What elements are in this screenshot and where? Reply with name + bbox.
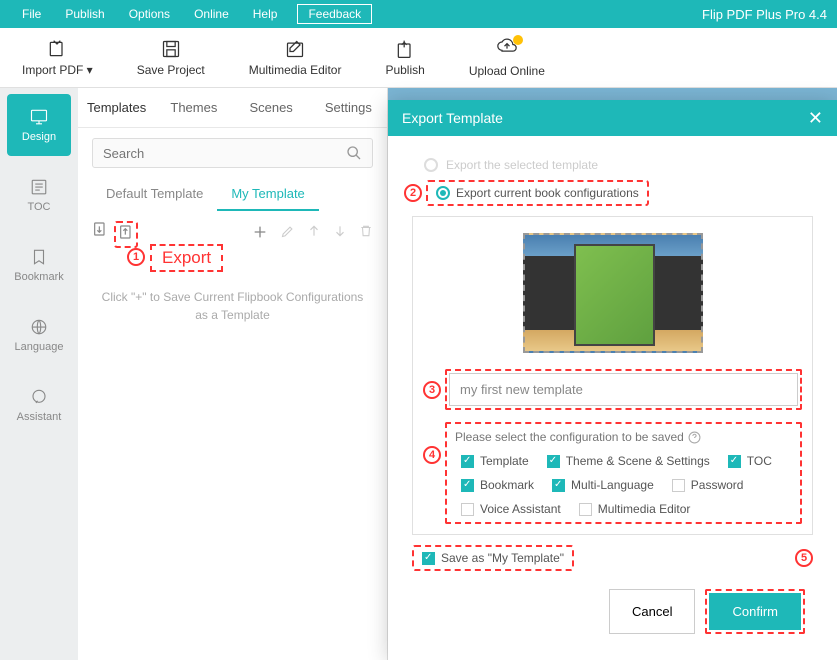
- check-theme[interactable]: [547, 455, 560, 468]
- search-input[interactable]: [103, 146, 346, 161]
- menu-options[interactable]: Options: [117, 7, 182, 21]
- menu-feedback[interactable]: Feedback: [297, 4, 372, 24]
- radio-export-current[interactable]: [436, 186, 450, 200]
- upload-online-button[interactable]: Upload Online: [447, 37, 567, 78]
- callout-1-label: Export: [150, 244, 223, 272]
- search-input-wrap[interactable]: [92, 138, 373, 168]
- bookmark-icon: [29, 248, 49, 266]
- check-bookmark[interactable]: [461, 479, 474, 492]
- subtab-my-template[interactable]: My Template: [217, 178, 318, 211]
- check-voice[interactable]: [461, 503, 474, 516]
- design-tab[interactable]: Design: [7, 94, 71, 156]
- edit-icon: [284, 39, 306, 59]
- menu-publish[interactable]: Publish: [53, 7, 116, 21]
- arrow-down-icon[interactable]: [333, 224, 347, 245]
- add-icon[interactable]: [252, 224, 268, 245]
- close-icon[interactable]: ✕: [808, 108, 823, 129]
- cancel-button[interactable]: Cancel: [609, 589, 695, 634]
- bookmark-tab[interactable]: Bookmark: [7, 234, 71, 296]
- panel-tab-settings[interactable]: Settings: [310, 90, 387, 125]
- panel-tab-themes[interactable]: Themes: [155, 90, 232, 125]
- save-project-button[interactable]: Save Project: [115, 39, 227, 77]
- multimedia-editor-button[interactable]: Multimedia Editor: [227, 39, 364, 77]
- check-template[interactable]: [461, 455, 474, 468]
- config-label: Please select the configuration to be sa…: [455, 430, 792, 444]
- menu-help[interactable]: Help: [241, 7, 290, 21]
- callout-1: 1: [127, 248, 145, 266]
- modal-title: Export Template: [402, 110, 503, 126]
- check-mmeditor[interactable]: [579, 503, 592, 516]
- notification-badge: [513, 35, 523, 45]
- pencil-icon[interactable]: [280, 224, 295, 245]
- radio-export-selected: [424, 158, 438, 172]
- callout-2: 2: [404, 184, 422, 202]
- language-tab[interactable]: Language: [7, 304, 71, 366]
- callout-5: 5: [795, 549, 813, 567]
- globe-icon: [29, 318, 49, 336]
- export-template-modal: Export Template ✕ Export the selected te…: [388, 100, 837, 660]
- toc-tab[interactable]: TOC: [7, 164, 71, 226]
- help-icon[interactable]: [688, 431, 701, 444]
- empty-hint: Click "+" to Save Current Flipbook Confi…: [78, 258, 387, 354]
- import-icon: [46, 39, 68, 59]
- callout-4: 4: [423, 446, 441, 464]
- chat-icon: [29, 388, 49, 406]
- app-title: Flip PDF Plus Pro 4.4: [702, 7, 827, 22]
- confirm-button[interactable]: Confirm: [709, 593, 801, 630]
- search-icon: [346, 145, 362, 161]
- assistant-tab[interactable]: Assistant: [7, 374, 71, 436]
- menu-file[interactable]: File: [10, 7, 53, 21]
- template-name-input[interactable]: [449, 373, 798, 406]
- export-template-icon[interactable]: [114, 221, 138, 248]
- publish-icon: [394, 39, 416, 59]
- panel-tab-scenes[interactable]: Scenes: [233, 90, 310, 125]
- save-icon: [160, 39, 182, 59]
- subtab-default-template[interactable]: Default Template: [92, 178, 217, 211]
- check-password[interactable]: [672, 479, 685, 492]
- import-pdf-button[interactable]: Import PDF ▾: [0, 39, 115, 77]
- panel-tab-templates[interactable]: Templates: [78, 90, 155, 125]
- arrow-up-icon[interactable]: [307, 224, 321, 245]
- check-toc[interactable]: [728, 455, 741, 468]
- publish-button[interactable]: Publish: [363, 39, 446, 77]
- template-thumbnail: [523, 233, 703, 353]
- trash-icon[interactable]: [359, 224, 373, 245]
- monitor-icon: [28, 108, 50, 126]
- check-save-as-my-template[interactable]: [422, 552, 435, 565]
- callout-3: 3: [423, 381, 441, 399]
- import-template-icon[interactable]: [92, 221, 108, 248]
- menu-online[interactable]: Online: [182, 7, 241, 21]
- list-icon: [29, 178, 49, 196]
- check-multilang[interactable]: [552, 479, 565, 492]
